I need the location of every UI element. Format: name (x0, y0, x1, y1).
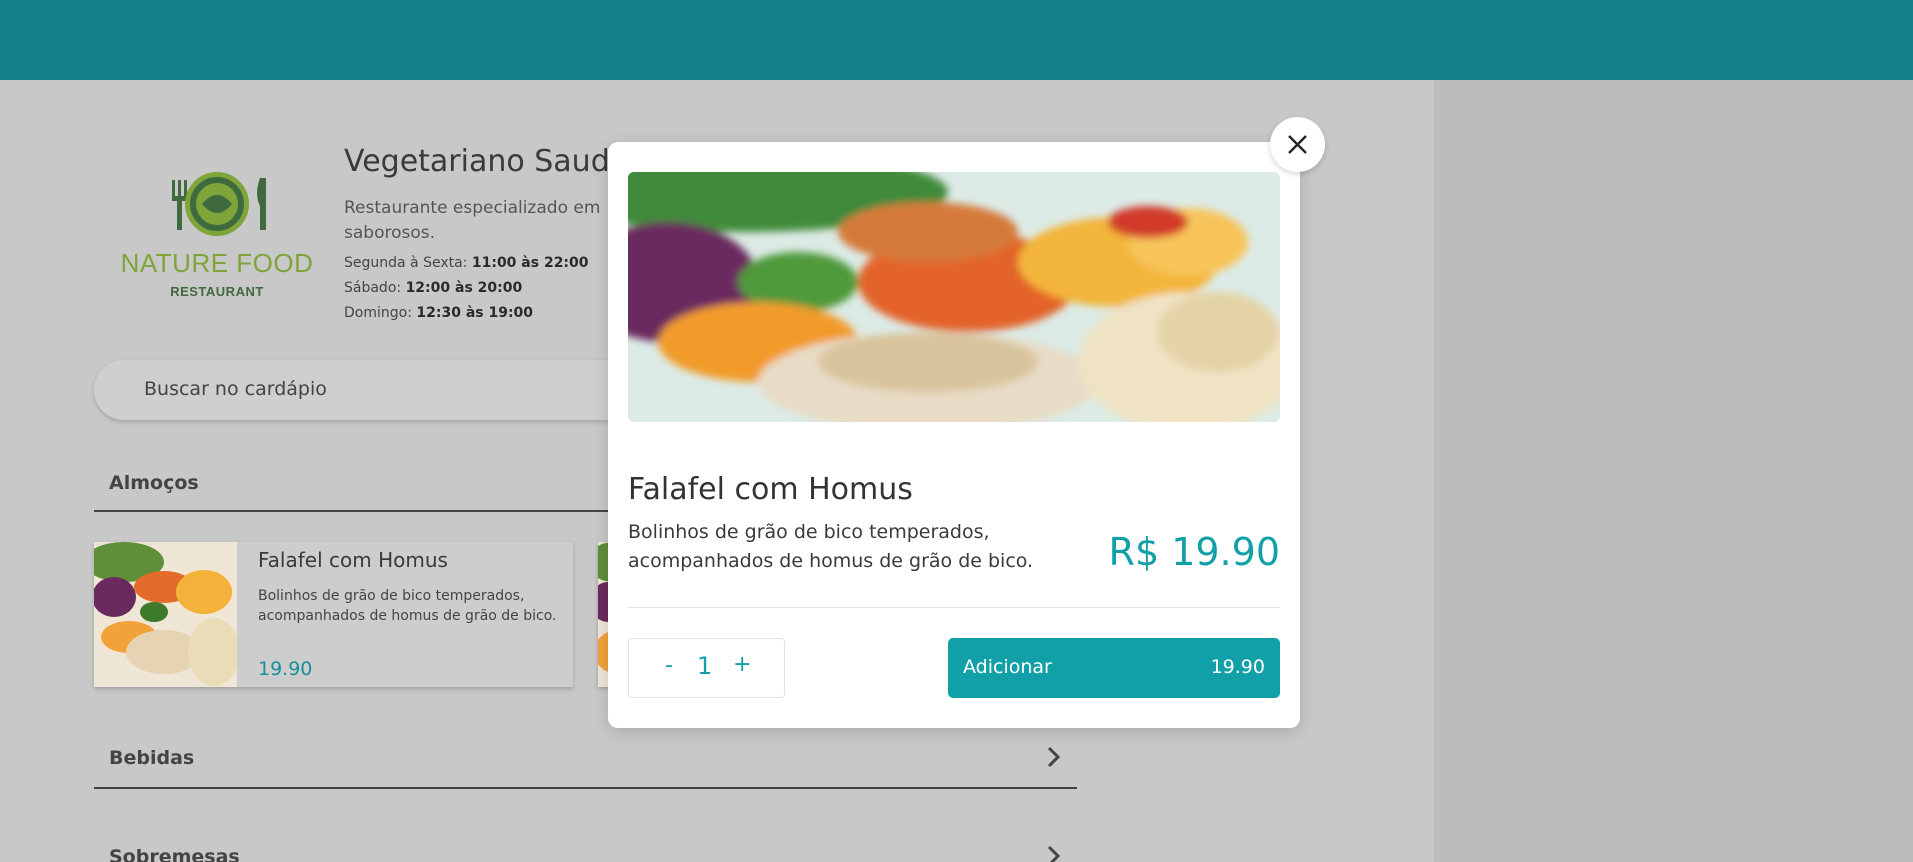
fork-icon (172, 180, 187, 230)
quantity-stepper: - 1 + (628, 638, 785, 698)
chevron-right-icon (1047, 746, 1061, 768)
section-bebidas[interactable]: Bebidas (94, 731, 1077, 789)
card-description: Bolinhos de grão de bico temperados, aco… (258, 588, 557, 624)
add-to-cart-button[interactable]: Adicionar 19.90 (948, 638, 1280, 698)
top-bar (0, 0, 1913, 80)
close-button[interactable] (1270, 117, 1325, 172)
restaurant-name: Vegetariano Saud (344, 144, 610, 179)
knife-icon (257, 178, 266, 230)
chevron-right-icon (1047, 845, 1061, 862)
restaurant-logo: NATURE FOOD RESTAURANT (112, 160, 322, 310)
card-title: Falafel com Homus (258, 548, 448, 572)
section-label: Bebidas (109, 747, 195, 769)
card-price: 19.90 (258, 658, 313, 680)
logo-title: NATURE FOOD (120, 248, 314, 278)
logo-subtitle: RESTAURANT (170, 284, 264, 299)
hours-sunday: Domingo: 12:30 às 19:00 (344, 305, 534, 321)
logo-emblem (172, 172, 266, 236)
increase-button[interactable]: + (733, 652, 751, 677)
dish-image (94, 542, 237, 687)
side-background (1434, 80, 1913, 862)
menu-item-card[interactable]: Falafel com Homus Bolinhos de grão de bi… (94, 542, 573, 687)
hours-weekday: Segunda à Sexta: 11:00 às 22:00 (344, 255, 589, 271)
restaurant-description: Restaurante especializado em saborosos. (344, 198, 601, 243)
quantity-value: 1 (697, 652, 713, 680)
modal-price: R$ 19.90 (1108, 530, 1280, 574)
hours-saturday: Sábado: 12:00 às 20:00 (344, 280, 523, 296)
modal-description: Bolinhos de grão de bico temperados, aco… (628, 521, 1034, 572)
product-image (628, 172, 1280, 422)
close-icon (1288, 135, 1307, 154)
search-placeholder: Buscar no cardápio (144, 378, 327, 400)
section-label: Almoços (109, 472, 199, 494)
section-label: Sobremesas (109, 846, 240, 862)
add-button-label: Adicionar (963, 656, 1052, 678)
decrease-button[interactable]: - (665, 653, 673, 678)
product-modal: Falafel com Homus Bolinhos de grão de bi… (608, 142, 1300, 728)
add-button-total: 19.90 (1210, 656, 1265, 678)
search-input[interactable]: Buscar no cardápio (94, 360, 654, 420)
section-sobremesas[interactable]: Sobremesas (94, 830, 1077, 862)
divider (628, 607, 1280, 608)
modal-title: Falafel com Homus (628, 472, 913, 507)
